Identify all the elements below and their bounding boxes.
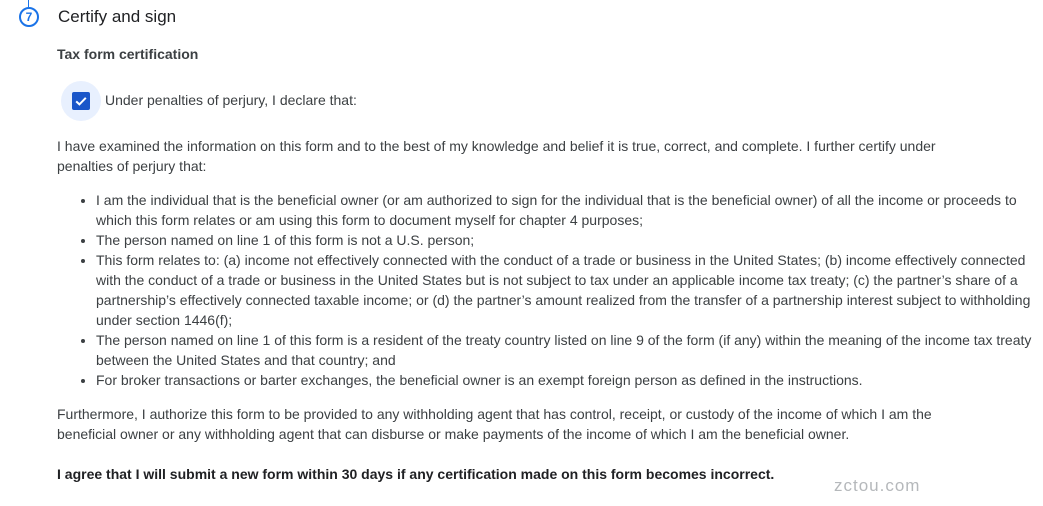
perjury-checkbox-label[interactable]: Under penalties of perjury, I declare th…: [105, 92, 357, 108]
watermark: zctou.com: [834, 476, 921, 495]
checkmark-icon: [75, 97, 87, 106]
section-heading: Tax form certification: [57, 46, 199, 62]
list-item: This form relates to: (a) income not eff…: [96, 250, 1041, 330]
checkbox-checked-box: [72, 92, 90, 110]
step-number-badge: 7: [19, 7, 39, 27]
authorization-paragraph: Furthermore, I authorize this form to be…: [57, 406, 932, 442]
list-item: The person named on line 1 of this form …: [96, 230, 1041, 250]
perjury-checkbox[interactable]: [61, 81, 101, 121]
list-item: The person named on line 1 of this form …: [96, 330, 1041, 370]
list-item: For broker transactions or barter exchan…: [96, 370, 1041, 390]
list-item: I am the individual that is the benefici…: [96, 190, 1041, 230]
certification-list: I am the individual that is the benefici…: [57, 190, 1041, 390]
step-title: Certify and sign: [58, 7, 177, 26]
stepper-connector-line: [28, 0, 29, 7]
certification-intro: I have examined the information on this …: [57, 138, 936, 174]
